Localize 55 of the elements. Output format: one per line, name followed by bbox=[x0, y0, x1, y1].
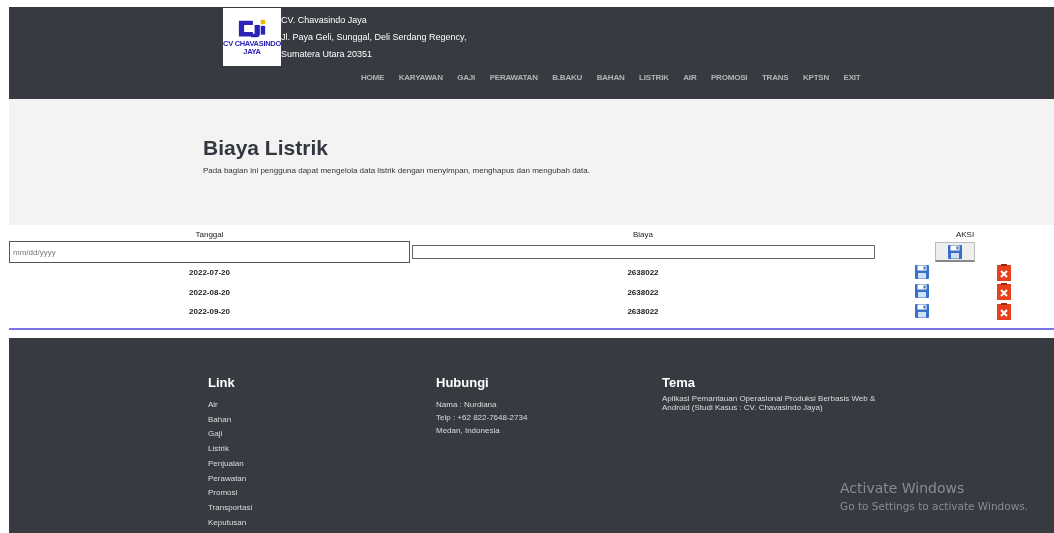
save-icon[interactable] bbox=[914, 302, 930, 319]
save-icon[interactable] bbox=[947, 243, 963, 260]
column-header: Tanggal bbox=[195, 229, 224, 239]
column-header: AKSI bbox=[955, 229, 975, 239]
footer-link[interactable]: Air bbox=[208, 398, 253, 413]
nav-link[interactable]: PROMOSI bbox=[711, 73, 748, 82]
page-description: Pada bagian ini pengguna dapat mengelola data listrik dengan menyimpan, menghapus dan mengubah data. bbox=[203, 166, 591, 175]
table-cell: 2638022 bbox=[627, 268, 659, 278]
activation-title: Activate Windows bbox=[840, 479, 966, 497]
footer-link[interactable]: Transportasi bbox=[208, 500, 253, 516]
save-icon[interactable] bbox=[914, 283, 930, 300]
table-cell: 2022-08-20 bbox=[189, 287, 230, 297]
contact-info: Medan, Indonesia bbox=[436, 425, 501, 437]
cost-field[interactable] bbox=[412, 245, 875, 259]
column-header: Biaya bbox=[633, 229, 653, 239]
footer-link[interactable]: Promosi bbox=[208, 486, 253, 501]
nav-link[interactable]: GAJI bbox=[457, 73, 476, 82]
footer-link[interactable]: Penjualan bbox=[208, 456, 253, 472]
delete-icon[interactable] bbox=[996, 263, 1012, 282]
footer-link[interactable]: Listrik bbox=[208, 442, 253, 457]
table-cell: 2638022 bbox=[627, 307, 659, 317]
footer-heading: Link bbox=[208, 375, 236, 391]
delete-icon[interactable] bbox=[996, 302, 1012, 321]
nav-link[interactable]: B.BAKU bbox=[552, 73, 583, 82]
nav-link[interactable]: EXIT bbox=[843, 73, 861, 82]
table-cell: 2638022 bbox=[627, 287, 659, 297]
nav-link[interactable]: BAHAN bbox=[596, 73, 625, 82]
table-cell: 2022-07-20 bbox=[189, 268, 230, 278]
activation-hint: Go to Settings to activate Windows. bbox=[840, 500, 1029, 512]
footer-link[interactable]: Gaji bbox=[208, 427, 253, 443]
company-address: CV. Chavasindo Jaya bbox=[281, 14, 368, 27]
date-field[interactable]: mm/dd/yyyy bbox=[9, 241, 410, 263]
nav-link[interactable]: TRANS bbox=[761, 73, 789, 82]
nav-link[interactable]: PERAWATAN bbox=[489, 73, 538, 82]
nav-link[interactable]: AIR bbox=[683, 73, 697, 82]
theme-text: Aplikasi Pemantauan Operasional Produksi Berbasis Web & Android (Studi Kasus : CV. Chavasindo Jaya) bbox=[662, 395, 877, 412]
logo-icon bbox=[237, 18, 267, 39]
nav-link[interactable]: HOME bbox=[361, 73, 385, 82]
footer-heading: Hubungi bbox=[436, 375, 490, 391]
nav-link[interactable]: KPTSN bbox=[802, 73, 830, 82]
contact-info: Telp : +62 822-7648-2734 bbox=[436, 412, 528, 424]
save-icon[interactable] bbox=[914, 263, 930, 280]
footer-link[interactable]: Keputusan bbox=[208, 515, 253, 531]
company-address: Sumatera Utara 20351 bbox=[281, 48, 374, 61]
footer-link[interactable]: Perawatan bbox=[208, 471, 253, 487]
table-cell: 2022-09-20 bbox=[189, 307, 230, 317]
company-address: Jl. Paya Geli, Sunggal, Deli Serdang Regency, bbox=[281, 31, 467, 42]
nav-link[interactable]: LISTRIK bbox=[639, 73, 669, 82]
nav-link[interactable]: KARYAWAN bbox=[398, 73, 443, 82]
save-button[interactable] bbox=[935, 242, 975, 262]
contact-info: Nama : Nurdiana bbox=[436, 399, 498, 411]
delete-icon[interactable] bbox=[996, 283, 1012, 302]
page-title: Biaya Listrik bbox=[203, 135, 329, 161]
footer-link[interactable]: Bahan bbox=[208, 412, 253, 428]
footer-heading: Tema bbox=[662, 375, 696, 391]
